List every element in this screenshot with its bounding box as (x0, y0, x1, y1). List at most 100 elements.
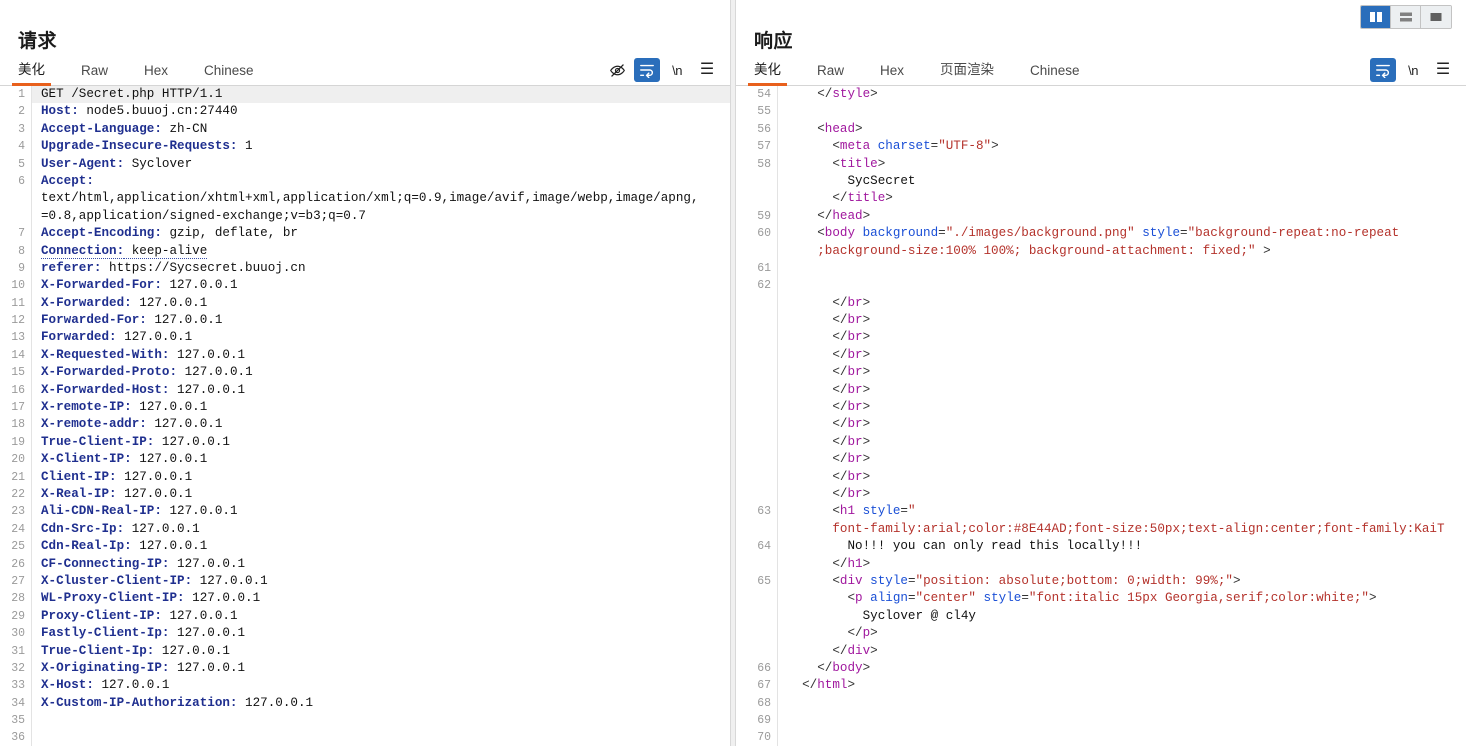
single-pane-button[interactable] (1421, 6, 1451, 28)
eye-slash-icon[interactable] (604, 58, 630, 82)
response-editor[interactable]: 545556575859606162636465666768697071 </s… (736, 86, 1466, 746)
line-number: 8 (18, 244, 25, 258)
tab-request-chinese[interactable]: Chinese (204, 63, 254, 85)
code-line: X-remote-IP: 127.0.0.1 (41, 400, 208, 415)
request-title: 请求 (18, 31, 58, 52)
line-number: 34 (11, 696, 25, 710)
tab-response-hex[interactable]: Hex (880, 63, 904, 85)
hamburger-glyph: ☰ (699, 61, 715, 78)
code-line: X-Cluster-Client-IP: 127.0.0.1 (41, 573, 268, 588)
code-line: referer: https://Sycsecret.buuoj.cn (41, 260, 306, 275)
line-number (736, 416, 771, 433)
request-pane: 请求 美化 Raw Hex Chinese \n ☰ 1 2 3 4 5 6 7… (0, 0, 730, 746)
line-number: 3 (18, 122, 25, 136)
code-line: Upgrade-Insecure-Requests: 1 (41, 139, 253, 154)
tab-response-chinese[interactable]: Chinese (1030, 63, 1080, 85)
menu-icon[interactable]: ☰ (694, 58, 720, 82)
line-number: 2 (18, 105, 25, 119)
code-line: </br> (832, 382, 871, 397)
line-number (736, 364, 771, 381)
code-line: Host: node5.buuoj.cn:27440 (41, 104, 238, 119)
word-wrap-icon[interactable] (1370, 58, 1396, 82)
tab-response-raw[interactable]: Raw (817, 63, 844, 85)
line-number (736, 312, 771, 329)
line-number: 29 (11, 609, 25, 623)
split-vertical-button[interactable] (1361, 6, 1391, 28)
burp-repeater-window: 请求 美化 Raw Hex Chinese \n ☰ 1 2 3 4 5 6 7… (0, 0, 1466, 746)
code-line: </br> (832, 469, 871, 484)
code-line: </br> (832, 486, 871, 501)
line-number: 20 (11, 453, 25, 467)
line-number: 66 (757, 661, 771, 675)
line-number: 54 (757, 88, 771, 101)
tab-response-render[interactable]: 页面渲染 (940, 58, 994, 85)
line-number (736, 295, 771, 312)
response-title: 响应 (754, 31, 794, 52)
line-number: 58 (757, 157, 771, 171)
line-number (736, 434, 771, 451)
code-line: X-Client-IP: 127.0.0.1 (41, 452, 208, 467)
code-line: Syclover @ cl4y (862, 608, 976, 623)
code-line: Client-IP: 127.0.0.1 (41, 469, 193, 484)
code-line: <meta charset="UTF-8"> (832, 139, 999, 154)
response-code[interactable]: </style> <head> <meta charset="UTF-8"> <… (778, 86, 1466, 746)
code-line: </p> (847, 626, 878, 641)
line-number: 15 (11, 366, 25, 380)
code-line: </style> (817, 87, 878, 101)
line-number: 31 (11, 644, 25, 658)
menu-icon[interactable]: ☰ (1430, 58, 1456, 82)
line-number: 11 (11, 296, 25, 310)
line-number: 10 (11, 279, 25, 293)
split-horizontal-button[interactable] (1391, 6, 1421, 28)
line-number: 9 (18, 261, 25, 275)
code-line: CF-Connecting-IP: 127.0.0.1 (41, 556, 246, 571)
line-number (736, 625, 771, 642)
line-number: 59 (757, 209, 771, 223)
line-number: 13 (11, 331, 25, 345)
code-line: =0.8,application/signed-exchange;v=b3;q=… (41, 208, 366, 223)
code-line: <body background="./images/background.pn… (817, 226, 1400, 241)
line-number: 65 (757, 574, 771, 588)
line-number: 69 (757, 714, 771, 728)
line-number: 23 (11, 505, 25, 519)
code-line: GET /Secret.php HTTP/1.1 (32, 86, 730, 104)
tab-request-hex[interactable]: Hex (144, 63, 168, 85)
line-number (736, 643, 771, 660)
request-code[interactable]: GET /Secret.php HTTP/1.1 Host: node5.buuo… (32, 86, 730, 746)
request-toolbar: \n ☰ (604, 58, 720, 82)
code-line: ;background-size:100% 100%; background-a… (817, 243, 1271, 258)
line-number (736, 608, 771, 625)
hamburger-glyph: ☰ (1435, 61, 1451, 78)
code-line: </html> (802, 678, 856, 693)
code-line: Cdn-Real-Ip: 127.0.0.1 (41, 539, 208, 554)
code-line: </br> (832, 295, 871, 310)
line-number (0, 208, 25, 225)
code-line: <title> (832, 156, 886, 171)
tab-response-beautify[interactable]: 美化 (748, 58, 787, 86)
code-line: </h1> (832, 556, 871, 571)
line-number: 5 (18, 157, 25, 171)
code-line: User-Agent: Syclover (41, 156, 193, 171)
line-number: 36 (11, 731, 25, 745)
line-number (736, 521, 771, 538)
code-line: Forwarded-For: 127.0.0.1 (41, 313, 223, 328)
code-line: </title> (832, 191, 893, 206)
request-editor[interactable]: 1 2 3 4 5 6 7 8 9 10 11 12 13 14 15 16 17 18 19 20 21 22 23 24 2… (0, 86, 730, 746)
code-line: Accept-Language: zh-CN (41, 121, 208, 136)
newline-icon[interactable]: \n (664, 58, 690, 82)
code-line: X-Forwarded: 127.0.0.1 (41, 295, 208, 310)
code-line: <div style="position: absolute;bottom: 0… (832, 573, 1241, 588)
code-line: </br> (832, 330, 871, 345)
code-line: No!!! you can only read this locally!!! (847, 539, 1143, 554)
tab-request-beautify[interactable]: 美化 (12, 58, 51, 86)
response-toolbar: \n ☰ (1370, 58, 1456, 82)
request-gutter: 1 2 3 4 5 6 7 8 9 10 11 12 13 14 15 16 17 18 19 20 21 22 23 24 2… (0, 86, 32, 746)
tab-request-raw[interactable]: Raw (81, 63, 108, 85)
word-wrap-icon[interactable] (634, 58, 660, 82)
newline-icon[interactable]: \n (1400, 58, 1426, 82)
code-line: X-Real-IP: 127.0.0.1 (41, 486, 193, 501)
code-line: </head> (817, 208, 871, 223)
